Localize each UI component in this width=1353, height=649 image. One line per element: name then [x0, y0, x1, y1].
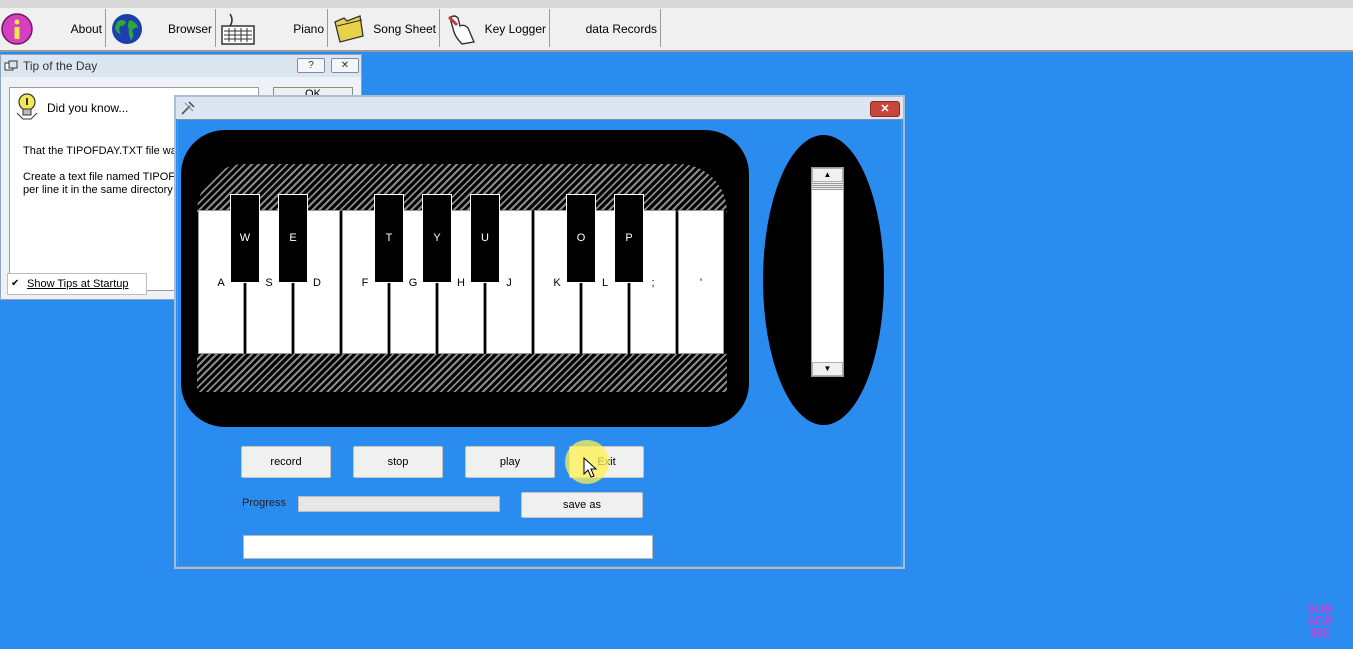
vertical-scrollbar[interactable]: ▲ ▼ — [811, 167, 844, 377]
black-key-label: E — [289, 232, 297, 244]
filename-field[interactable] — [243, 535, 653, 559]
keyboard-frame: A S D F G H J K L; ' WETYUOP — [181, 130, 749, 427]
black-key-label: Y — [433, 232, 441, 244]
globe-icon — [112, 14, 142, 44]
hand-icon — [447, 15, 475, 45]
keyboard-top-hatch — [197, 164, 727, 212]
piano-title-bar[interactable]: ✕ — [176, 97, 903, 119]
progress-bar — [298, 496, 500, 512]
browser-button[interactable]: Browser — [106, 9, 216, 47]
mouse-pointer-icon — [583, 457, 598, 478]
keyboard-icon — [221, 13, 255, 45]
key-logger-label: Key Logger — [484, 22, 546, 36]
data-records-button[interactable]: data Records — [550, 9, 661, 47]
black-key[interactable]: Y — [422, 194, 452, 283]
piano-label: Piano — [293, 22, 324, 36]
browser-label: Browser — [167, 22, 212, 36]
lightbulb-icon — [16, 93, 38, 120]
black-key[interactable]: E — [278, 194, 308, 283]
white-key-label: ' — [699, 277, 703, 289]
black-key[interactable]: O — [566, 194, 596, 283]
record-button[interactable]: record — [241, 446, 331, 478]
folder-icon — [334, 15, 364, 43]
white-key[interactable]: ' — [678, 210, 724, 354]
black-key[interactable]: P — [614, 194, 644, 283]
checkmark-icon: ✔ — [11, 278, 20, 289]
tip-help-button[interactable]: ? — [297, 58, 325, 73]
scroll-thumb[interactable] — [812, 182, 843, 190]
tip-close-button[interactable]: ✕ — [331, 58, 359, 73]
scroll-up-arrow-icon[interactable]: ▲ — [812, 168, 843, 182]
subscribe-line: IBE — [1309, 626, 1330, 640]
song-sheet-button[interactable]: Song Sheet — [328, 9, 440, 47]
tip-title-bar[interactable]: Tip of the Day ? ✕ — [1, 55, 361, 77]
scroll-down-arrow-icon[interactable]: ▼ — [812, 362, 843, 376]
show-tips-checkbox[interactable]: ✔ Show Tips at Startup — [7, 273, 147, 295]
black-key-label: U — [481, 232, 489, 244]
subscribe-logo: SUB SCR IBE — [1300, 603, 1340, 639]
black-key-label: T — [385, 232, 393, 244]
tip-title: Tip of the Day — [23, 59, 98, 73]
main-toolbar: About Browser Piano Song Sheet Key Logge… — [0, 8, 1353, 52]
data-records-label: data Records — [585, 22, 657, 36]
progress-label: Progress — [242, 497, 287, 509]
piano-window: ✕ A S D F G H J K L; ' WETYUOP ▲ ▼ record stop pl… — [174, 95, 905, 569]
save-as-button[interactable]: save as — [521, 492, 643, 518]
show-tips-label: Show Tips at Startup — [27, 278, 129, 290]
tools-icon — [181, 101, 195, 115]
app-icon — [4, 60, 18, 71]
tip-line-1: That the TIPOFDAY.TXT file wa — [23, 145, 177, 157]
piano-close-button[interactable]: ✕ — [870, 101, 900, 117]
piano-client-area: A S D F G H J K L; ' WETYUOP ▲ ▼ record stop play… — [177, 119, 902, 567]
black-key[interactable]: W — [230, 194, 260, 283]
black-key-label: W — [239, 232, 251, 244]
black-key-label: O — [576, 232, 586, 244]
about-label: About — [70, 22, 102, 36]
key-logger-button[interactable]: Key Logger — [440, 9, 550, 47]
black-key[interactable]: U — [470, 194, 500, 283]
play-button[interactable]: play — [465, 446, 555, 478]
black-key[interactable]: T — [374, 194, 404, 283]
tip-heading: Did you know... — [47, 101, 129, 115]
keyboard-bottom-hatch — [197, 354, 727, 392]
about-button[interactable]: About — [0, 9, 106, 47]
piano-button[interactable]: Piano — [216, 9, 328, 47]
info-icon — [1, 13, 33, 45]
black-key-label: P — [625, 232, 633, 244]
song-sheet-label: Song Sheet — [373, 22, 436, 36]
stop-button[interactable]: stop — [353, 446, 443, 478]
